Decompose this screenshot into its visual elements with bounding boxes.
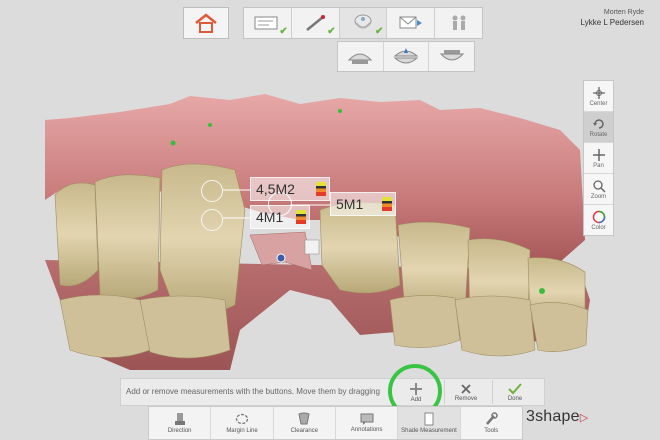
jaw-substeps bbox=[337, 41, 475, 72]
tool-label: Shade Measurement bbox=[401, 428, 457, 434]
substep-lower-jaw[interactable] bbox=[429, 42, 474, 71]
operator-name: Morten Ryde bbox=[603, 9, 644, 16]
shade-gradient-icon bbox=[382, 197, 392, 211]
clearance-icon bbox=[298, 412, 310, 425]
shade-measurement-tag[interactable]: 4,5M2 bbox=[250, 177, 330, 201]
measurement-circle[interactable] bbox=[201, 180, 223, 202]
done-label: Done bbox=[507, 396, 523, 402]
step-people[interactable] bbox=[435, 8, 482, 38]
annotation-dot bbox=[338, 109, 342, 113]
check-icon: ✔ bbox=[279, 26, 288, 37]
checkmark-icon bbox=[508, 383, 522, 395]
divider bbox=[492, 380, 493, 404]
center-label: Center bbox=[589, 100, 608, 107]
done-button[interactable]: Done bbox=[495, 380, 535, 405]
tooth-model bbox=[59, 294, 151, 358]
tool-label: Direction bbox=[167, 428, 192, 434]
zoom-icon bbox=[592, 179, 606, 193]
tool-margin-line[interactable]: Margin Line bbox=[211, 407, 274, 439]
annotation-dot bbox=[170, 140, 176, 146]
substep-upper-jaw[interactable] bbox=[338, 42, 384, 71]
tool-tools[interactable]: Tools bbox=[461, 407, 522, 439]
brand-name: 3shape bbox=[526, 408, 580, 425]
center-button[interactable]: Center bbox=[584, 81, 613, 112]
zoom-label: Zoom bbox=[590, 193, 607, 200]
pan-icon bbox=[592, 148, 605, 161]
step-order-form[interactable]: ✔ bbox=[244, 8, 292, 38]
scan-pen-icon bbox=[306, 15, 326, 31]
shade-value: 4,5M2 bbox=[256, 181, 295, 197]
anchor-marker[interactable] bbox=[304, 239, 320, 255]
check-icon: ✔ bbox=[375, 26, 384, 37]
tool-direction[interactable]: Direction bbox=[149, 407, 212, 439]
bite-icon bbox=[393, 47, 419, 63]
annotation-dot bbox=[208, 123, 212, 127]
substep-bite[interactable] bbox=[384, 42, 430, 71]
patient-name: Lykke L Pedersen bbox=[580, 18, 644, 27]
check-icon: ✔ bbox=[327, 26, 336, 37]
user-info: Morten Ryde Lykke L Pedersen bbox=[581, 8, 644, 28]
color-button[interactable]: Color bbox=[584, 205, 613, 235]
home-button[interactable] bbox=[183, 7, 229, 39]
direction-icon bbox=[174, 413, 185, 425]
tooth-model bbox=[529, 302, 589, 352]
tool-label: Margin Line bbox=[226, 428, 258, 434]
tool-label: Annotations bbox=[350, 427, 383, 433]
shade-gradient-icon bbox=[316, 182, 326, 196]
shade-value: 5M1 bbox=[336, 196, 364, 212]
step-scan-pen[interactable]: ✔ bbox=[292, 8, 340, 38]
measurement-circle[interactable] bbox=[201, 209, 223, 231]
tool-label: Clearance bbox=[290, 428, 318, 434]
send-icon bbox=[399, 16, 422, 29]
zoom-button[interactable]: Zoom bbox=[584, 174, 613, 205]
shade-measurement-tag[interactable]: 4M1 bbox=[250, 205, 310, 229]
tool-shade-measurement[interactable]: Shade Measurement bbox=[398, 407, 461, 439]
divider bbox=[444, 380, 445, 404]
tooth-model bbox=[94, 174, 161, 300]
jaw-scan-viewport[interactable] bbox=[0, 80, 660, 380]
tool-annotations[interactable]: Annotations bbox=[336, 407, 399, 439]
step-send[interactable] bbox=[387, 8, 436, 38]
color-label: Color bbox=[591, 224, 606, 231]
anchor-point[interactable] bbox=[276, 253, 286, 263]
lower-jaw-icon bbox=[439, 49, 464, 60]
tools-bar: Direction Margin Line Clearance Annotati… bbox=[148, 406, 523, 440]
step-scan-jaw[interactable]: ✔ bbox=[339, 8, 388, 38]
instruction-text: Add or remove measurements with the butt… bbox=[126, 387, 380, 396]
rotate-button[interactable]: Rotate bbox=[584, 112, 613, 143]
remove-button[interactable]: Remove bbox=[446, 380, 486, 405]
shade-value: 4M1 bbox=[256, 209, 284, 225]
view-toolbar: Center Rotate Pan Zoom Color bbox=[583, 80, 614, 236]
workflow-steps: ✔ ✔ ✔ bbox=[243, 7, 483, 39]
tooth-model bbox=[54, 182, 99, 287]
people-icon bbox=[452, 15, 466, 30]
brand-logo: 3shape▷ bbox=[526, 408, 588, 426]
shade-gradient-icon bbox=[296, 210, 306, 224]
close-icon bbox=[461, 384, 471, 394]
rotate-label: Rotate bbox=[589, 131, 608, 138]
upper-jaw-icon bbox=[348, 53, 373, 64]
pan-button[interactable]: Pan bbox=[584, 143, 613, 174]
pan-label: Pan bbox=[593, 162, 604, 169]
tooth-model bbox=[389, 295, 461, 348]
shade-measurement-icon bbox=[424, 412, 434, 426]
rotate-icon bbox=[592, 118, 604, 129]
color-wheel-icon bbox=[592, 210, 605, 223]
brand-triangle-icon: ▷ bbox=[579, 412, 589, 424]
tool-clearance[interactable]: Clearance bbox=[274, 407, 336, 439]
annotations-icon bbox=[360, 413, 374, 425]
center-icon bbox=[592, 86, 605, 99]
house-icon bbox=[195, 13, 217, 33]
annotation-dot bbox=[539, 288, 545, 294]
wrench-icon bbox=[486, 412, 499, 425]
tooth-model bbox=[454, 295, 536, 357]
tooth-model bbox=[139, 295, 231, 359]
tool-label: Tools bbox=[484, 428, 499, 434]
scan-jaw-icon bbox=[354, 14, 372, 29]
shade-measurement-tag[interactable]: 5M1 bbox=[330, 192, 396, 216]
remove-label: Remove bbox=[454, 396, 478, 402]
margin-line-icon bbox=[235, 413, 249, 425]
order-form-icon bbox=[254, 16, 278, 30]
